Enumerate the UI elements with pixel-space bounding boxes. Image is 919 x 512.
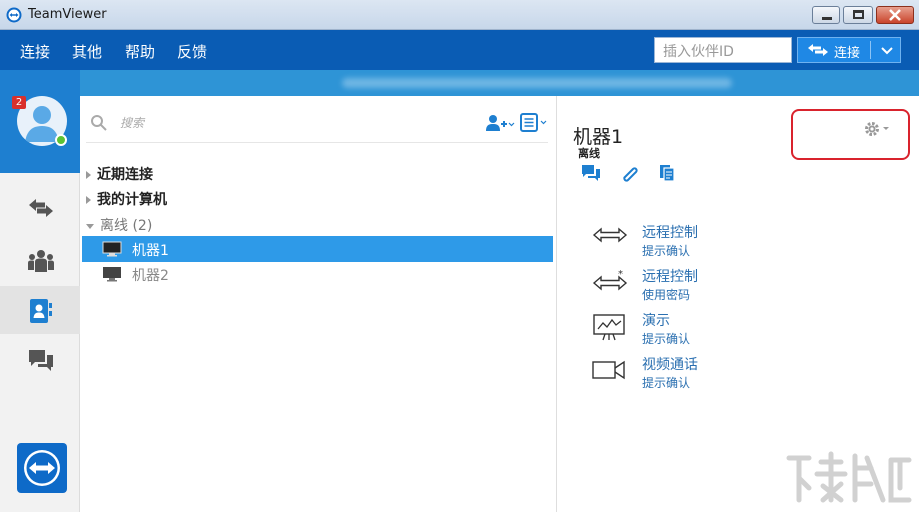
group-offline[interactable]: 离线 (2) [86, 215, 152, 235]
action-subtitle: 提示确认 [642, 244, 691, 258]
computer-name: 机器1 [132, 243, 169, 259]
menu-help[interactable]: 帮助 [125, 41, 155, 62]
close-button[interactable] [876, 6, 914, 24]
teamviewer-logo-icon [6, 7, 22, 23]
menu-bar: 连接 其他 帮助 反馈 插入伙伴ID 连接 [0, 30, 919, 70]
menu-connect[interactable]: 连接 [20, 41, 50, 62]
remote-control-icon [592, 227, 628, 243]
action-subtitle: 使用密码 [642, 288, 691, 302]
add-contact-icon[interactable] [485, 113, 515, 133]
computer-row[interactable]: 机器2 [82, 261, 553, 287]
computer-row[interactable]: 机器1 [82, 236, 553, 262]
presentation-icon [593, 314, 625, 341]
menu-feedback[interactable]: 反馈 [177, 41, 207, 62]
computer-icon [102, 241, 122, 257]
sidebar-remote-control[interactable] [0, 185, 80, 233]
sidebar-meeting[interactable] [0, 236, 80, 284]
teamviewer-home-button[interactable] [17, 443, 67, 493]
account-info-bar [80, 70, 919, 96]
gear-icon[interactable] [863, 120, 893, 138]
sidebar-chat[interactable] [0, 336, 80, 384]
window-title: TeamViewer [28, 7, 107, 22]
attachment-icon[interactable] [620, 164, 640, 182]
action-title: 远程控制 [642, 225, 698, 241]
group-label: 我的计算机 [97, 192, 167, 208]
remote-control-password-icon: * [592, 270, 628, 291]
group-my-computers[interactable]: 我的计算机 [86, 189, 167, 209]
action-title: 远程控制 [642, 269, 698, 285]
sidebar-contacts[interactable] [0, 286, 80, 334]
partner-id-input[interactable]: 插入伙伴ID [654, 37, 792, 63]
search-icon [91, 115, 107, 131]
arrows-icon [29, 199, 53, 217]
left-sidebar: 2 [0, 70, 80, 512]
notification-badge: 2 [12, 96, 26, 109]
connect-arrows-icon [808, 44, 828, 56]
connect-separator [870, 41, 871, 59]
meeting-icon [28, 250, 54, 272]
chat-icon[interactable] [581, 164, 601, 182]
chat-icon [29, 350, 53, 371]
menu-other[interactable]: 其他 [72, 41, 102, 62]
group-label: 离线 (2) [100, 218, 153, 234]
chevron-down-icon[interactable] [881, 47, 893, 55]
maximize-button[interactable] [843, 6, 873, 24]
computer-name: 机器2 [132, 268, 169, 284]
online-status-dot [55, 134, 67, 146]
search-row: 搜索 [80, 96, 557, 150]
connect-label: 连接 [834, 46, 861, 61]
close-icon [889, 9, 901, 21]
action-subtitle: 提示确认 [642, 332, 691, 346]
action-title: 视频通话 [642, 357, 698, 373]
minimize-button[interactable] [812, 6, 840, 24]
copy-icon[interactable] [658, 164, 676, 182]
profile-panel[interactable]: 2 [0, 70, 80, 173]
group-label: 近期连接 [97, 167, 153, 183]
list-view-icon[interactable] [520, 113, 550, 133]
teamviewer-logo-icon [24, 450, 60, 486]
group-recent[interactable]: 近期连接 [86, 164, 153, 184]
action-title: 演示 [642, 313, 670, 329]
video-call-icon [592, 360, 625, 380]
contacts-icon [30, 299, 52, 323]
computers-list-panel: 搜索 近期连接 我的计算机 离线 (2) 机器1 机器2 [80, 96, 557, 512]
watermark-logo [786, 451, 912, 503]
computer-icon [103, 267, 121, 282]
svg-text:*: * [618, 270, 623, 280]
blurred-account-text [342, 78, 732, 88]
search-input[interactable]: 搜索 [120, 114, 144, 131]
title-bar: TeamViewer [0, 0, 919, 30]
action-subtitle: 提示确认 [642, 376, 691, 390]
connect-button[interactable]: 连接 [797, 37, 901, 63]
search-divider [86, 142, 548, 143]
detail-status: 离线 [578, 147, 600, 160]
